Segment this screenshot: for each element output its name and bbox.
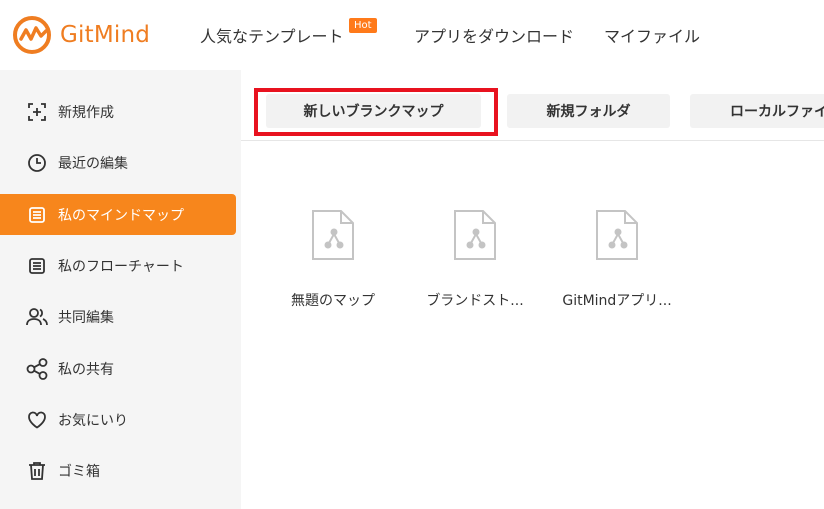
sidebar-item-label: お気にいり: [58, 412, 128, 429]
sidebar-item-my-flowcharts[interactable]: 私のフローチャート: [0, 245, 236, 286]
toolbar-divider: [241, 140, 824, 141]
top-bar: GitMind 人気なテンプレート Hot アプリをダウンロード マイファイル: [0, 0, 824, 70]
heart-icon: [26, 409, 48, 431]
add-square-icon: [26, 101, 48, 123]
sidebar-item-new[interactable]: 新規作成: [0, 91, 236, 132]
nav-templates[interactable]: 人気なテンプレート: [200, 23, 344, 47]
share-icon: [26, 357, 48, 380]
trash-icon: [26, 460, 48, 482]
document-list-icon: [26, 204, 48, 226]
sidebar-item-recent[interactable]: 最近の編集: [0, 142, 236, 183]
local-file-button[interactable]: ローカルファイ: [690, 94, 824, 128]
file-name: 無題のマップ: [291, 293, 375, 309]
clock-icon: [26, 152, 48, 174]
sidebar-item-trash[interactable]: ゴミ箱: [0, 450, 236, 491]
nav-download-app[interactable]: アプリをダウンロード: [414, 23, 574, 47]
new-folder-button[interactable]: 新規フォルダ: [507, 94, 670, 128]
file-item[interactable]: 無題のマップ: [268, 208, 398, 310]
nav-my-files[interactable]: マイファイル: [604, 23, 700, 47]
sidebar-item-label: ゴミ箱: [58, 463, 100, 480]
sidebar-item-label: 共同編集: [58, 309, 114, 326]
highlight-box: [254, 88, 498, 136]
sidebar-item-favorites[interactable]: お気にいり: [0, 399, 236, 440]
brand-name: GitMind: [60, 22, 151, 48]
document-list-icon: [26, 255, 48, 277]
sidebar-item-label: 最近の編集: [58, 155, 128, 172]
sidebar-item-label: 私のマインドマップ: [58, 207, 184, 224]
hot-badge: Hot: [349, 18, 377, 33]
file-item[interactable]: ブランドスト...: [410, 208, 540, 310]
sidebar-item-label: 私のフローチャート: [58, 258, 184, 275]
file-item[interactable]: GitMindアプリ...: [552, 208, 682, 310]
logo[interactable]: GitMind: [12, 15, 150, 55]
file-name: ブランドスト...: [426, 293, 524, 309]
mindmap-file-icon: [454, 210, 496, 260]
file-name: GitMindアプリ...: [562, 293, 672, 309]
mindmap-file-icon: [596, 210, 638, 260]
sidebar-item-label: 私の共有: [58, 361, 114, 378]
sidebar-item-collaboration[interactable]: 共同編集: [0, 296, 236, 337]
users-icon: [26, 306, 48, 328]
mindmap-file-icon: [312, 210, 354, 260]
sidebar-item-label: 新規作成: [58, 104, 114, 121]
sidebar-item-my-mindmaps[interactable]: 私のマインドマップ: [0, 194, 236, 235]
sidebar: 新規作成 最近の編集 私のマインドマップ 私のフローチャート 共同編集 私の共有…: [0, 70, 241, 509]
sidebar-item-my-shares[interactable]: 私の共有: [0, 348, 236, 389]
gitmind-logo-icon: [13, 16, 51, 54]
